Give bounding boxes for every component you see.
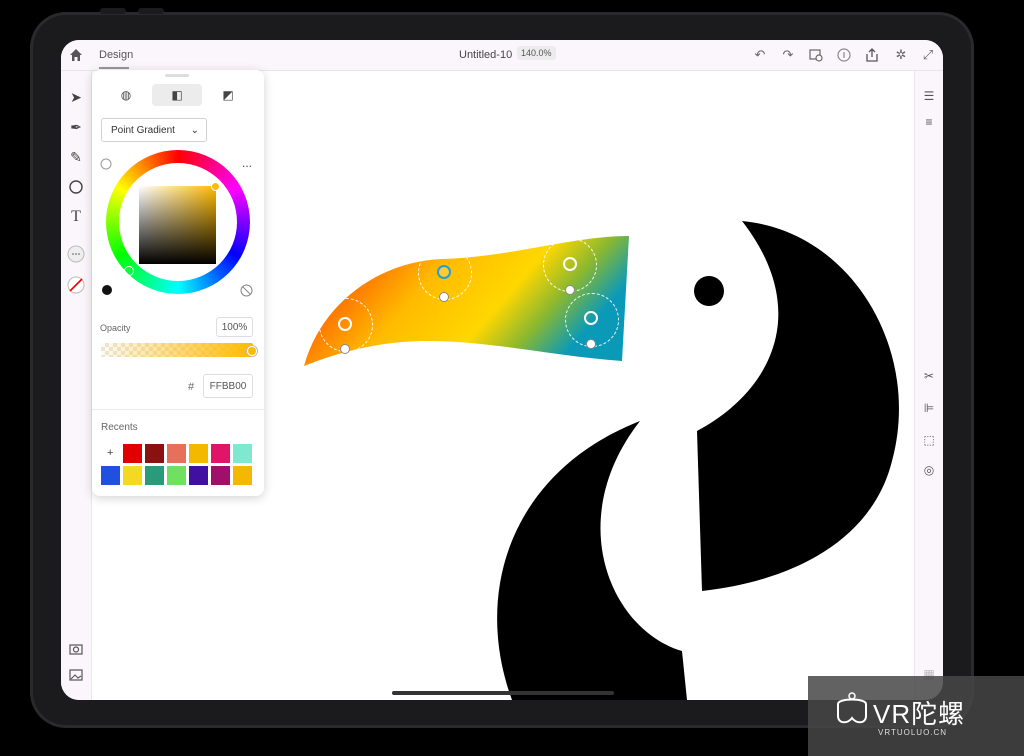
add-swatch-button[interactable]: + (107, 447, 113, 459)
opacity-slider-knob[interactable] (247, 346, 257, 356)
toucan-eye (694, 276, 724, 306)
undo-icon[interactable]: ↶ (752, 47, 768, 63)
text-icon[interactable]: T (66, 207, 86, 227)
chevron-down-icon: ⌄ (190, 125, 199, 136)
recents-label: Recents (101, 422, 138, 433)
recent-color-swatch[interactable] (167, 466, 186, 485)
gradient-stop-knob[interactable] (565, 285, 575, 295)
document-title[interactable]: Untitled-10 (459, 49, 512, 61)
gradient-stop-knob[interactable] (586, 339, 596, 349)
recent-color-swatch[interactable] (101, 466, 120, 485)
gradient-stop-handle-selected[interactable] (437, 265, 451, 279)
camera-icon[interactable] (66, 639, 86, 659)
recent-color-swatch[interactable] (233, 466, 252, 485)
gradient-stop-handle[interactable] (584, 311, 598, 325)
home-icon[interactable] (68, 47, 84, 63)
expand-icon[interactable]: ⤢ (920, 47, 936, 63)
watermark: VR陀螺 VRTUOLUO.CN (808, 676, 1024, 756)
gradient-tab[interactable]: ◧ (152, 84, 202, 106)
watermark-site: VRTUOLUO.CN (878, 728, 948, 737)
more-options-icon[interactable]: ... (242, 156, 252, 170)
pen-icon[interactable]: ✒ (66, 117, 86, 137)
recent-color-swatch[interactable] (123, 444, 142, 463)
toucan-body-shape (497, 421, 687, 700)
tab-design[interactable]: Design (99, 49, 133, 61)
sv-picker-knob[interactable] (211, 182, 220, 191)
layers-icon[interactable]: ☰ (920, 87, 938, 105)
vr-goggle-logo (837, 692, 867, 724)
pencil-icon[interactable]: ✎ (66, 147, 86, 167)
black-color-dot[interactable] (102, 285, 112, 295)
home-indicator (392, 691, 614, 695)
recent-color-swatch[interactable] (145, 466, 164, 485)
top-bar: Design Untitled-10 140.0% ↶ ↷ ✲ ⤢ (61, 40, 943, 71)
image-import-icon[interactable] (66, 665, 86, 685)
right-toolbar: ☰ ≡ ✂ ⊫ ⬚ ◎ ▦ (914, 71, 943, 700)
recent-color-swatch[interactable] (167, 444, 186, 463)
gradient-stop-handle[interactable] (338, 317, 352, 331)
transform-icon[interactable]: ⬚ (920, 431, 938, 449)
gradient-type-dropdown[interactable]: Point Gradient ⌄ (101, 118, 207, 142)
more-icon[interactable] (66, 244, 86, 264)
properties-icon[interactable]: ≡ (920, 113, 938, 131)
opacity-slider[interactable] (101, 343, 253, 357)
gradient-stop-knob[interactable] (439, 292, 449, 302)
toucan-head-shape (697, 221, 899, 591)
zoom-level[interactable]: 140.0% (517, 46, 556, 60)
recent-color-swatch[interactable] (145, 444, 164, 463)
panel-drag-handle[interactable] (165, 74, 189, 77)
gradient-type-value: Point Gradient (111, 125, 175, 136)
device-button (100, 8, 126, 14)
recent-color-swatch[interactable] (189, 444, 208, 463)
recent-color-swatch[interactable] (211, 444, 230, 463)
stroke-color-icon[interactable] (66, 275, 86, 295)
recent-color-swatch[interactable] (123, 466, 142, 485)
hex-input[interactable]: FFBB00 (203, 374, 253, 398)
left-toolbar: ➤ ✒ ✎ T (61, 71, 92, 700)
opacity-label: Opacity (100, 323, 131, 333)
panel-divider (92, 409, 264, 410)
opacity-field[interactable]: 100% (216, 317, 253, 337)
settings-icon[interactable]: ✲ (893, 47, 909, 63)
share-icon[interactable] (864, 47, 880, 63)
hue-picker-knob[interactable] (124, 266, 134, 276)
scissors-icon[interactable]: ✂ (920, 367, 938, 385)
hex-hash-label: # (188, 381, 195, 393)
ellipse-icon[interactable] (66, 177, 86, 197)
recent-color-swatch[interactable] (189, 466, 208, 485)
info-icon[interactable] (836, 47, 852, 63)
gradient-stop-knob[interactable] (340, 344, 350, 354)
saturation-brightness-square[interactable] (139, 186, 216, 264)
recent-color-swatch[interactable] (233, 444, 252, 463)
no-color-icon[interactable] (240, 284, 253, 297)
recent-color-swatch[interactable] (211, 466, 230, 485)
tab-underline (99, 67, 129, 69)
align-icon[interactable]: ⊫ (920, 399, 938, 417)
combine-icon[interactable]: ◎ (920, 461, 938, 479)
cloud-sync-icon[interactable] (808, 47, 824, 63)
swatches-tab[interactable]: ◩ (203, 84, 253, 106)
gradient-stop-handle[interactable] (563, 257, 577, 271)
color-picker-panel: ◍ ◧ ◩ Point Gradient ⌄ ... Opacity 100% … (92, 70, 264, 496)
redo-icon[interactable]: ↷ (780, 47, 796, 63)
color-palette-tab[interactable]: ◍ (101, 84, 151, 106)
no-fill-circle-icon[interactable] (100, 158, 112, 170)
device-button (138, 8, 164, 14)
select-arrow-icon[interactable]: ➤ (66, 87, 86, 107)
watermark-brand: VR陀螺 (873, 699, 966, 729)
